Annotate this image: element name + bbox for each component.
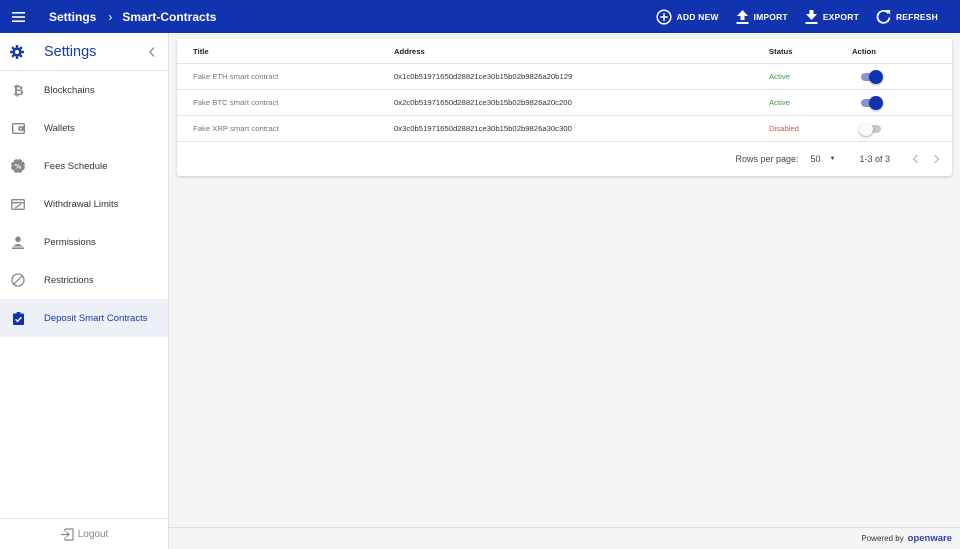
upload-icon (736, 9, 749, 24)
table-row[interactable]: Fake BTC smart contract 0x2c0b51971650d2… (177, 90, 952, 116)
import-button[interactable]: IMPORT (736, 9, 788, 24)
breadcrumb-current: Smart-Contracts (122, 9, 217, 24)
toggle-cell (859, 90, 883, 115)
footer: Powered by openware (169, 527, 960, 549)
sidebar-item-permissions[interactable]: Permissions (0, 223, 168, 261)
sidebar-item-label: Wallets (44, 122, 75, 134)
previous-page-icon[interactable] (912, 154, 919, 164)
sidebar-item-label: Withdrawal Limits (44, 198, 119, 210)
contract-title: Fake BTC smart contract (193, 98, 279, 107)
contract-address: 0x3c0b51971650d28821ce30b15b02b9826a30c3… (394, 124, 572, 133)
svg-text:%: % (15, 162, 22, 170)
add-new-button[interactable]: ADD NEW (655, 8, 719, 25)
powered-by-label: Powered by (861, 534, 904, 543)
svg-text:₿: ₿ (13, 84, 24, 97)
brand-logo[interactable]: openware (908, 533, 952, 544)
refresh-label: REFRESH (895, 11, 938, 22)
smart-contracts-table: Title Address Status Action Fake ETH sma… (177, 39, 952, 176)
sidebar-item-withdrawal-limits[interactable]: Withdrawal Limits (0, 185, 168, 223)
add-circle-icon (655, 8, 672, 25)
status-toggle[interactable] (859, 95, 883, 110)
block-icon (10, 273, 26, 287)
next-page-icon[interactable] (933, 154, 940, 164)
status-badge: Active (769, 98, 790, 107)
sidebar-item-label: Fees Schedule (44, 160, 108, 172)
sidebar-title: Settings (44, 43, 97, 60)
toggle-cell (859, 64, 883, 89)
status-badge: Active (769, 72, 790, 81)
logout-button[interactable]: Logout (0, 518, 168, 549)
refresh-icon (876, 9, 891, 24)
table-header: Title Address Status Action (177, 39, 952, 64)
contract-title: Fake ETH smart contract (193, 72, 279, 81)
download-icon (805, 9, 818, 24)
status-badge: Disabled (769, 124, 799, 133)
sidebar-item-deposit-smart-contracts[interactable]: Deposit Smart Contracts (0, 299, 168, 337)
sidebar-item-restrictions[interactable]: Restrictions (0, 261, 168, 299)
contract-address: 0x1c0b51971650d28821ce30b15b02b9826a20b1… (394, 72, 573, 81)
breadcrumb-root[interactable]: Settings (49, 10, 96, 24)
breadcrumb: Settings › Smart-Contracts (49, 10, 216, 24)
sidebar-item-fees-schedule[interactable]: % Fees Schedule (0, 147, 168, 185)
pagination-range: 1-3 of 3 (859, 154, 890, 164)
hamburger-icon[interactable] (0, 0, 36, 33)
rows-per-page-value: 50 (810, 154, 821, 164)
table-pagination: Rows per page: 50 ▼ 1-3 of 3 (177, 142, 952, 176)
sidebar-item-wallets[interactable]: Wallets (0, 109, 168, 147)
sidebar-item-label: Deposit Smart Contracts (44, 312, 148, 324)
table-row[interactable]: Fake ETH smart contract 0x1c0b51971650d2… (177, 64, 952, 90)
gear-icon (10, 44, 26, 59)
table-row[interactable]: Fake XRP smart contract 0x3c0b51971650d2… (177, 116, 952, 142)
sidebar-item-label: Restrictions (44, 274, 94, 286)
clipboard-check-icon (10, 311, 26, 325)
bitcoin-icon: ₿ (10, 83, 26, 97)
refresh-button[interactable]: REFRESH (876, 9, 938, 24)
logout-icon (60, 527, 74, 541)
contract-address: 0x2c0b51971650d28821ce30b15b02b9826a20c2… (394, 98, 572, 107)
badge-percent-icon: % (10, 159, 26, 173)
sidebar-item-blockchains[interactable]: ₿ Blockchains (0, 71, 168, 109)
sidebar-item-label: Permissions (44, 236, 96, 248)
import-label: IMPORT (753, 11, 788, 22)
breadcrumb-separator: › (108, 9, 113, 24)
top-app-bar: Settings › Smart-Contracts ADD NEW IMPOR… (0, 0, 960, 33)
contract-title: Fake XRP smart contract (193, 124, 279, 133)
status-toggle[interactable] (859, 69, 883, 84)
column-header-title[interactable]: Title (193, 39, 209, 63)
wallet-icon (10, 122, 26, 134)
settings-sidebar: Settings ₿ Blockchains Wallets % Fees Sc… (0, 33, 169, 549)
rows-per-page-select[interactable]: 50 ▼ (811, 154, 836, 164)
logout-label: Logout (77, 528, 109, 540)
column-header-action: Action (852, 46, 876, 56)
column-header-address[interactable]: Address (394, 39, 425, 63)
toggle-cell (859, 116, 883, 141)
status-toggle[interactable] (859, 121, 883, 136)
card-limit-icon (10, 198, 26, 210)
toolbar-actions: ADD NEW IMPORT EXPORT REFRESH (639, 0, 938, 33)
chevron-left-icon[interactable] (148, 45, 156, 63)
caret-down-icon: ▼ (829, 156, 836, 162)
export-button[interactable]: EXPORT (805, 9, 859, 24)
sidebar-item-label: Blockchains (44, 84, 95, 96)
rows-per-page-label: Rows per page: (735, 154, 799, 164)
person-icon (10, 236, 26, 249)
sidebar-header: Settings (0, 33, 168, 71)
export-label: EXPORT (822, 11, 859, 22)
add-new-label: ADD NEW (676, 11, 719, 22)
column-header-status[interactable]: Status (769, 39, 793, 63)
